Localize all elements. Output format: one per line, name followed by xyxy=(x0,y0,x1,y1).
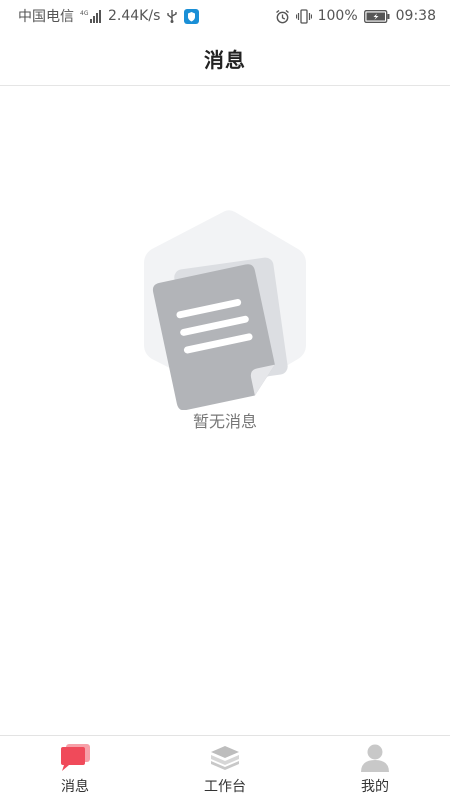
page-title: 消息 xyxy=(204,48,246,72)
shield-app-icon xyxy=(184,8,200,24)
page-header: 消息 xyxy=(0,32,450,86)
clock-label: 09:38 xyxy=(395,8,436,24)
vibrate-icon xyxy=(295,8,312,24)
empty-state: 暂无消息 xyxy=(0,205,450,432)
battery-percent-label: 100% xyxy=(317,8,358,24)
status-bar: 中国电信 4G 2.44K/s 100% 09:38 xyxy=(0,0,450,32)
layers-icon xyxy=(208,742,242,774)
document-icon xyxy=(144,210,306,410)
status-bar-right: 100% 09:38 xyxy=(275,8,436,24)
message-icon xyxy=(58,742,92,774)
carrier-label: 中国电信 xyxy=(18,9,74,25)
signal-icon: 4G xyxy=(80,9,102,23)
tab-messages[interactable]: 消息 xyxy=(0,736,150,800)
tab-messages-label: 消息 xyxy=(61,779,89,795)
network-type-label: 4G xyxy=(80,10,89,17)
tab-mine[interactable]: 我的 xyxy=(300,736,450,800)
tab-workbench[interactable]: 工作台 xyxy=(150,736,300,800)
alarm-icon xyxy=(275,9,290,24)
usb-icon xyxy=(166,9,178,23)
app-screen: 中国电信 4G 2.44K/s 100% 09:38 消息 暂无消息 消息 工作… xyxy=(0,0,450,800)
battery-icon xyxy=(363,9,390,23)
tab-workbench-label: 工作台 xyxy=(204,779,246,795)
user-icon xyxy=(358,742,392,774)
network-speed-label: 2.44K/s xyxy=(108,8,161,24)
status-bar-left: 中国电信 4G 2.44K/s xyxy=(18,6,200,26)
empty-state-message: 暂无消息 xyxy=(192,412,257,431)
tab-mine-label: 我的 xyxy=(361,779,389,795)
bottom-tab-bar: 消息 工作台 我的 xyxy=(0,735,450,800)
